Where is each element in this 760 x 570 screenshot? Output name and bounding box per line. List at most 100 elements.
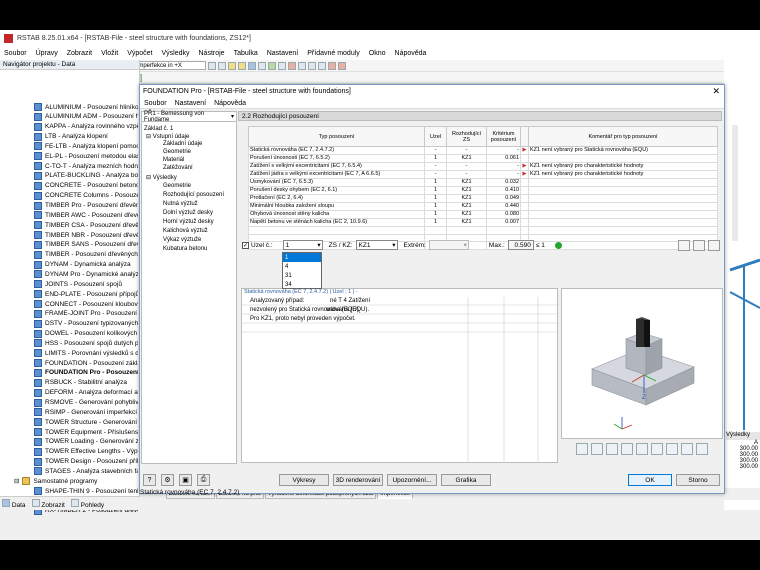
eye-icon[interactable] xyxy=(708,239,720,251)
table-row[interactable]: Napětí betonu ve stěnách kalicha (EC 2, … xyxy=(248,218,718,227)
view-render-icon[interactable] xyxy=(591,443,603,455)
menu-nastroje[interactable]: Nástroje xyxy=(199,50,225,57)
navigator-module-item[interactable]: ALUMINIUM ADM - Posouzení hli xyxy=(34,112,138,122)
menu-vlozit[interactable]: Vložit xyxy=(101,50,118,57)
menu-soubor[interactable]: Soubor xyxy=(4,50,27,57)
help-icon[interactable]: ? xyxy=(143,474,156,486)
node-option[interactable]: 4 xyxy=(283,262,321,271)
nav-tab-views[interactable]: Pohledy xyxy=(70,498,104,509)
navigator-module-item[interactable]: LTB - Analýza klopení xyxy=(34,132,138,142)
tree-item-kalichova-vyztuz[interactable]: Kalichová výztuž xyxy=(163,228,208,234)
table-row[interactable]: Protlačení (EC 2, 6.4) 1 KZ1 0.049 xyxy=(248,194,718,203)
navigator-module-item[interactable]: CONNECT - Posouzení kloubový xyxy=(34,299,138,309)
menu-okno[interactable]: Okno xyxy=(369,50,386,57)
dialog-menu-napoveda[interactable]: Nápověda xyxy=(214,100,246,107)
notes-button[interactable]: Upozornění... xyxy=(387,474,437,486)
rotate-icon[interactable] xyxy=(308,61,316,70)
navigator-module-item[interactable]: RSBUCK - Stabilitní analýza xyxy=(34,378,138,388)
report-button[interactable]: Výkresy xyxy=(279,474,329,486)
nav-tab-display[interactable]: Zobrazit xyxy=(31,498,65,509)
navigator-module-item[interactable]: TIMBER AWC - Posouzení dřevěn xyxy=(34,210,138,220)
next-icon[interactable] xyxy=(218,61,226,70)
table-row[interactable]: Minimální hloubka založení sloupu 1 KZ1 0.4… xyxy=(248,202,718,211)
view-y-icon[interactable] xyxy=(636,443,648,455)
tree-item-zakladni-udaje[interactable]: Základní údaje xyxy=(163,141,202,147)
navigator-module-item[interactable]: TIMBER - Posouzení dřevěných p xyxy=(34,250,138,260)
tree-item-geometrie[interactable]: Geometrie xyxy=(163,149,191,155)
navigator-module-item[interactable]: PLATE-BUCKLING - Analýza boul xyxy=(34,171,138,181)
move-icon[interactable] xyxy=(298,61,306,70)
dimension-icon[interactable] xyxy=(681,443,693,455)
dialog-menu-soubor[interactable]: Soubor xyxy=(144,100,167,107)
tree-item-horni-vyztuz[interactable]: Horní výztuž desky xyxy=(163,219,214,225)
navigator-module-item[interactable]: TOWER Equipment - Příslušenství xyxy=(34,427,138,437)
deform-icon[interactable] xyxy=(228,61,236,70)
tree-item-rozhodujici-posouzeni[interactable]: Rozhodující posouzení xyxy=(163,192,224,198)
prev-icon[interactable] xyxy=(208,61,216,70)
navigator-module-item[interactable]: DYNAM - Dynamická analýza xyxy=(34,260,138,270)
menu-tabulka[interactable]: Tabulka xyxy=(234,50,258,57)
node-checkbox[interactable]: ✓ xyxy=(242,241,249,249)
ok-button[interactable]: OK xyxy=(628,474,672,486)
menu-vypocet[interactable]: Výpočet xyxy=(127,50,152,57)
navigator-module-item[interactable]: HSS - Posouzení spojů dutých pr xyxy=(34,338,138,348)
menu-nastaveni[interactable]: Nastavení xyxy=(267,50,299,57)
tree-item-material[interactable]: Materiál xyxy=(163,157,184,163)
member-icon[interactable] xyxy=(258,61,266,70)
navigator-module-item[interactable]: CONCRETE Columns - Posouzení xyxy=(34,191,138,201)
cancel-button[interactable]: Storno xyxy=(676,474,720,486)
tree-item-kubatura-betonu[interactable]: Kubatura betonu xyxy=(163,246,207,252)
nav-tab-data[interactable]: Data xyxy=(2,498,26,509)
navigator-module-item[interactable]: FOUNDATION - Posouzení základ xyxy=(34,358,138,368)
view-top-icon[interactable] xyxy=(666,443,678,455)
navigator-module-item[interactable]: TIMBER CSA - Posouzení dřevěn xyxy=(34,220,138,230)
extrem-select[interactable]: ▾ xyxy=(428,240,469,250)
navigator-module-item[interactable]: DSTV - Posouzení typizovaných p xyxy=(34,319,138,329)
line-icon[interactable] xyxy=(278,61,286,70)
navigator-module-item[interactable]: TOWER Loading - Generování zat xyxy=(34,437,138,447)
navigator-module-item[interactable]: JOINTS - Posouzení spojů xyxy=(34,279,138,289)
menu-zobrazit[interactable]: Zobrazit xyxy=(67,50,92,57)
navigator-module-item[interactable]: ALUMINIUM - Posouzení hliníkov xyxy=(34,102,138,112)
zoom-icon[interactable] xyxy=(606,443,618,455)
navigator-module-item[interactable]: EL-PL - Posouzení metodou elast xyxy=(34,151,138,161)
table-row[interactable]: Statická rovnováha (EC 7, 2.4.7.2) - - - ▶ KZ… xyxy=(248,146,718,155)
mirror-icon[interactable] xyxy=(318,61,326,70)
navigator-module-item[interactable]: RSIMP - Generování imperfekcí xyxy=(34,407,138,417)
navigator-module-item[interactable]: DEFORM - Analýza deformací a p xyxy=(34,388,138,398)
calc-icon[interactable]: ⚙ xyxy=(161,474,174,486)
navigator-module-item[interactable]: TIMBER SANS - Posouzení dřeven xyxy=(34,240,138,250)
table-row[interactable]: Zatížení jádra s velkými excentricitami … xyxy=(248,170,718,179)
navigator-module-item[interactable]: TOWER Design - Posouzení příhr xyxy=(34,457,138,467)
node-select[interactable]: 1 ▾ xyxy=(282,240,323,250)
graphics-button[interactable]: Grafika xyxy=(441,474,491,486)
render-3d-button[interactable]: 3D renderování xyxy=(333,474,383,486)
menu-upravy[interactable]: Úpravy xyxy=(36,50,58,57)
print-graphic-icon[interactable] xyxy=(696,443,708,455)
moment-icon[interactable] xyxy=(238,61,246,70)
view-z-icon[interactable] xyxy=(651,443,663,455)
navigator-module-item[interactable]: FE-LTB - Analýza klopení pomoc xyxy=(34,141,138,151)
menu-vysledky[interactable]: Výsledky xyxy=(161,50,189,57)
view-x-icon[interactable] xyxy=(621,443,633,455)
print-icon[interactable]: ⎙ xyxy=(197,474,210,486)
tree-input-group[interactable]: ⊟ Vstupní údaje xyxy=(146,133,189,140)
foundation-graphic[interactable]: Z xyxy=(561,288,723,439)
tree-results-group[interactable]: ⊟ Výsledky xyxy=(146,174,177,181)
filter-icon[interactable] xyxy=(693,239,705,251)
table-row[interactable]: Porušení desky ohybem (EC 2, 6.1) 1 KZ1 0.4… xyxy=(248,186,718,195)
tree-item-zatezovani[interactable]: Zatěžování xyxy=(163,165,193,171)
menu-pridavne-moduly[interactable]: Přídavné moduly xyxy=(307,50,360,57)
lc-select[interactable]: KZ1 ▾ xyxy=(355,240,398,250)
navigator-module-item[interactable]: C-TO-T - Analýza mezních hodno xyxy=(34,161,138,171)
navigator-module-item[interactable]: KAPPA - Analýza rovinného vzpě xyxy=(34,122,138,132)
navigator-module-item[interactable]: TIMBER NBR - Posouzení dřevěn xyxy=(34,230,138,240)
navigator-program-item[interactable]: SHAPE-THIN 9 - Posouzení tenko xyxy=(34,486,138,496)
dialog-menu-nastaveni[interactable]: Nastavení xyxy=(175,100,207,107)
tree-item-nutna-vyztuz[interactable]: Nutná výztuž xyxy=(163,201,198,207)
tree-item-result-geometrie[interactable]: Geometrie xyxy=(163,183,191,189)
export-icon[interactable] xyxy=(678,239,690,251)
delete-icon[interactable] xyxy=(288,61,296,70)
navigator-module-item[interactable]: LIMITS - Porovnání výsledků s de xyxy=(34,348,138,358)
navigator-module-item[interactable]: DOWEL - Posouzení kolíkových s xyxy=(34,329,138,339)
